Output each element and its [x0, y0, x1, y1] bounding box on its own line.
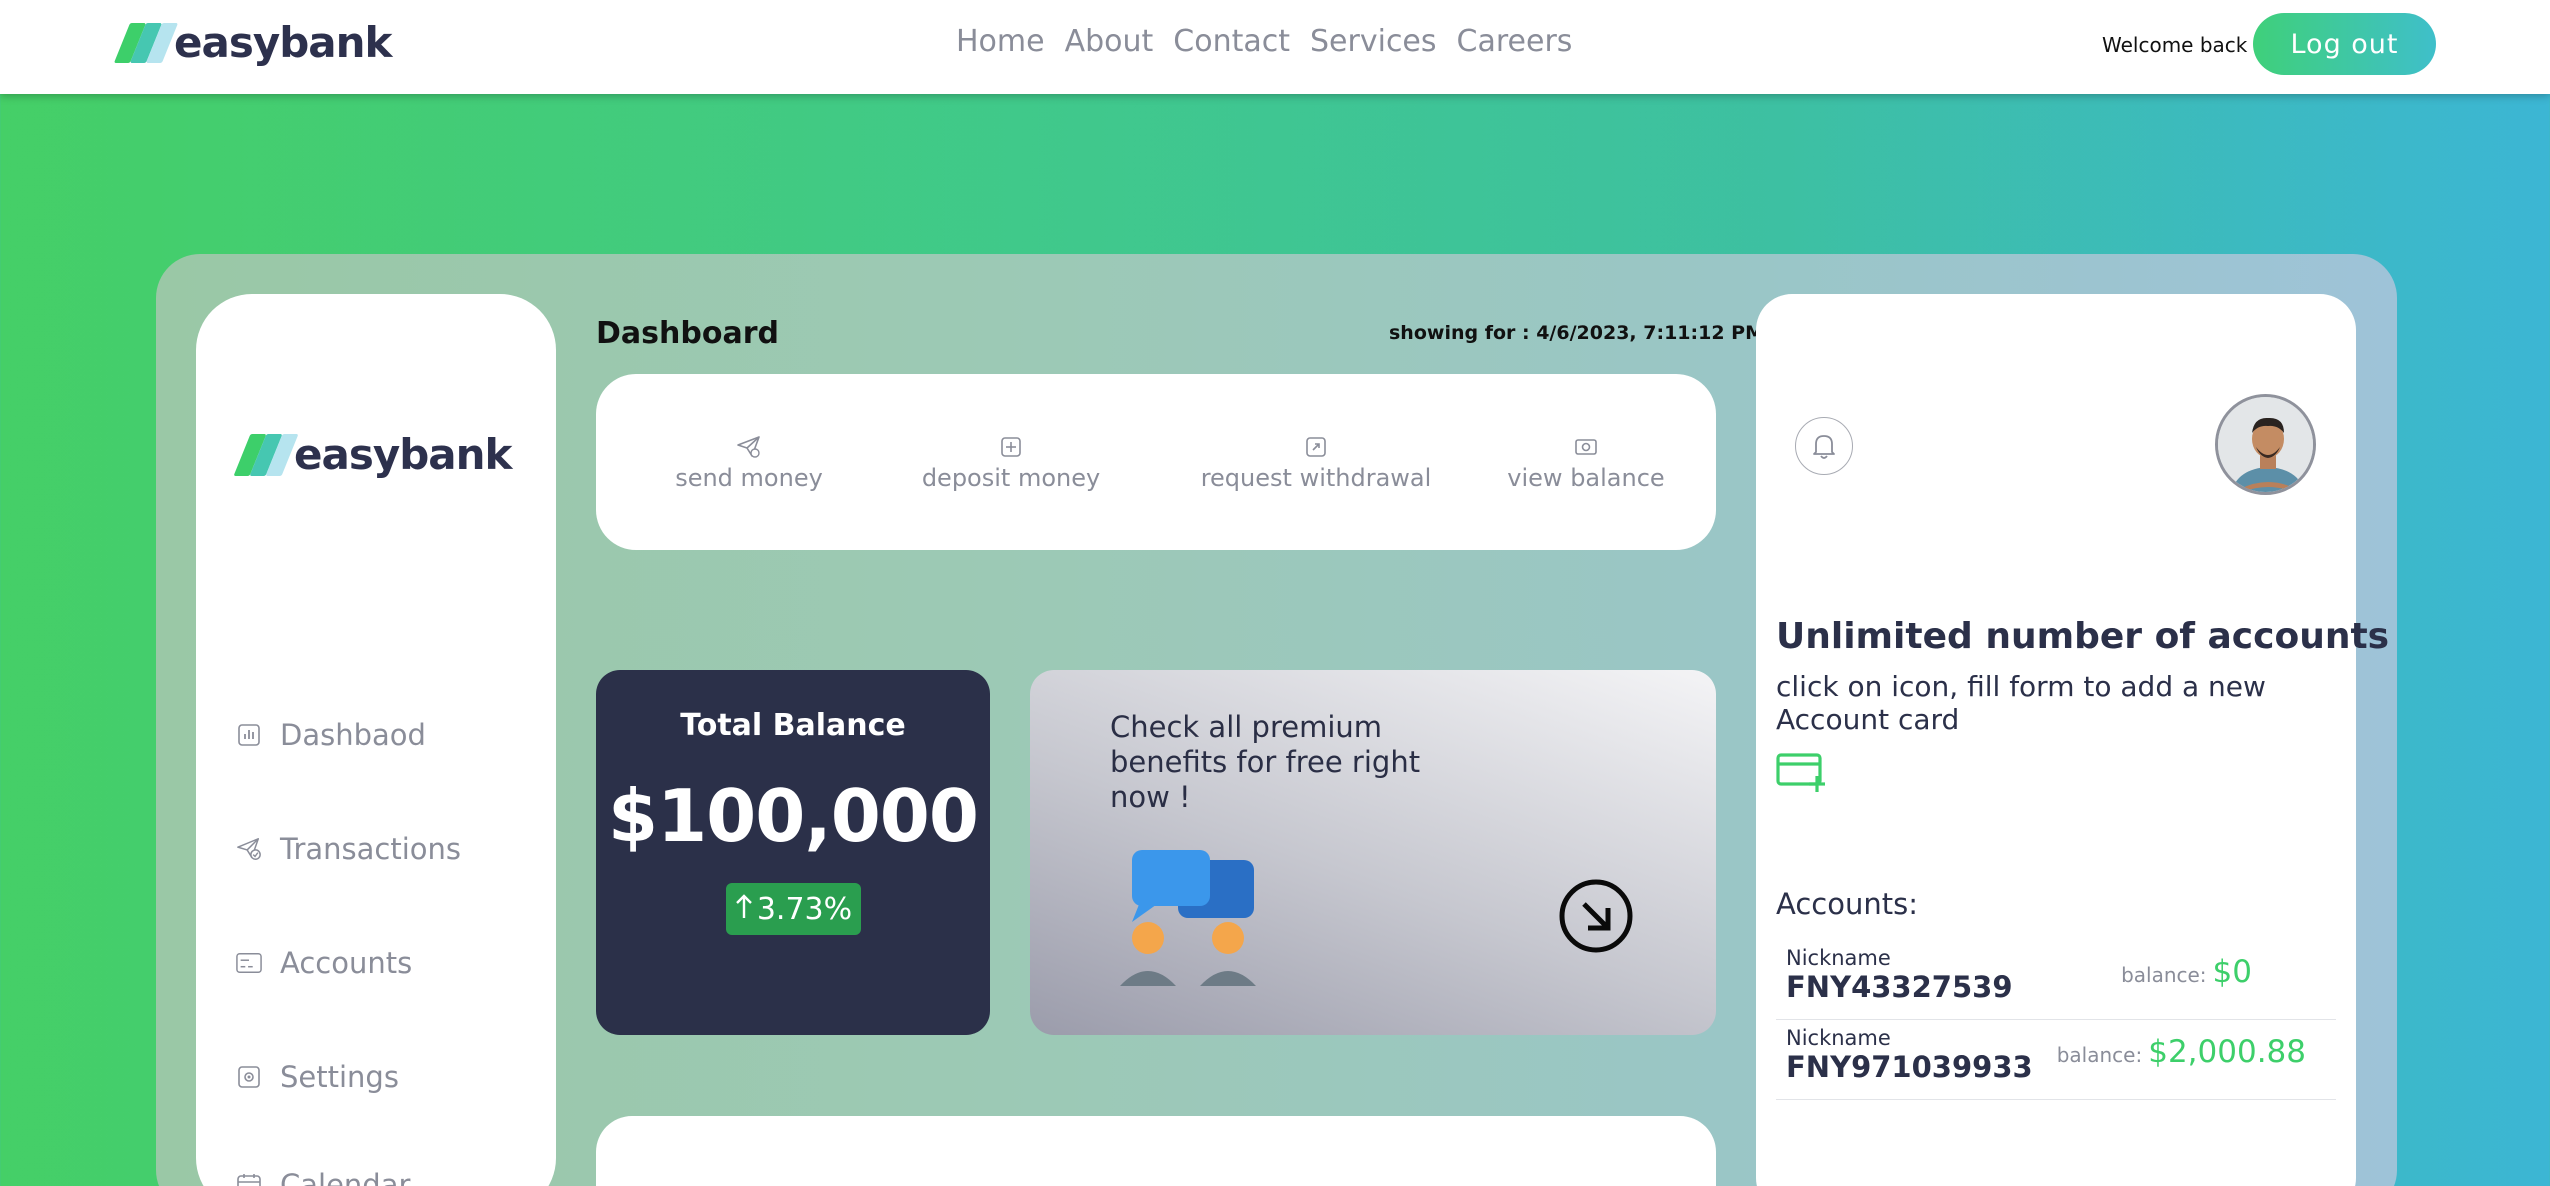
nav-home[interactable]: Home [956, 24, 1045, 59]
action-label: request withdrawal [1200, 464, 1432, 492]
chat-people-illustration-icon [1120, 846, 1270, 1000]
account-number: FNY43327539 [1786, 970, 2013, 1004]
view-balance-button[interactable]: view balance [1486, 434, 1686, 492]
balance-title: Total Balance [680, 708, 906, 743]
nav-services[interactable]: Services [1310, 24, 1437, 59]
gear-icon [236, 1064, 262, 1090]
sidebar-item-transactions[interactable]: Transactions [236, 832, 461, 866]
sidebar-item-label: Dashbaod [280, 718, 426, 752]
sidebar-logo[interactable]: easybank [233, 430, 512, 479]
send-money-button[interactable]: send money [644, 434, 854, 492]
nickname-label: Nickname [1786, 946, 1891, 970]
nav-about[interactable]: About [1065, 24, 1154, 59]
action-label: send money [675, 464, 823, 492]
account-balance: balance: $0 [2121, 954, 2252, 990]
total-balance-card: Total Balance $100,000 3.73% [596, 670, 990, 1035]
sidebar-item-calendar[interactable]: Calendar [236, 1168, 410, 1186]
cash-icon [1575, 434, 1597, 460]
easybank-logo[interactable]: easybank [113, 18, 392, 67]
action-label: deposit money [921, 464, 1101, 492]
card-plus-icon[interactable] [1776, 752, 1828, 796]
accounts-heading: Accounts: [1776, 887, 1918, 921]
request-withdrawal-button[interactable]: request withdrawal [1166, 434, 1466, 492]
sidebar-item-accounts[interactable]: Accounts [236, 946, 412, 980]
top-navbar: easybank Home About Contact Services Car… [0, 0, 2550, 94]
plus-square-icon [1001, 434, 1021, 460]
balance-value: $0 [2212, 954, 2252, 990]
sidebar-item-label: Accounts [280, 946, 413, 980]
logo-mark-icon [233, 433, 299, 476]
sidebar-item-dashboard[interactable]: Dashbaod [236, 718, 426, 752]
action-label: view balance [1507, 464, 1665, 492]
avatar[interactable] [2215, 394, 2316, 495]
sidebar-item-label: Settings [280, 1060, 399, 1094]
balance-label: balance: [2056, 1043, 2143, 1067]
account-row[interactable]: Nickname FNY971039933 balance: $2,000.88 [1776, 1020, 2336, 1100]
card-icon [236, 950, 262, 976]
nickname-label: Nickname [1786, 1026, 1891, 1050]
deposit-money-button[interactable]: deposit money [901, 434, 1121, 492]
bar-chart-icon [236, 722, 262, 748]
sidebar-item-label: Calendar [280, 1168, 411, 1186]
account-balance: balance: $2,000.88 [2057, 1034, 2306, 1070]
balance-value: $100,000 [607, 774, 979, 858]
premium-benefits-card[interactable]: Check all premium benefits for free righ… [1030, 670, 1716, 1035]
arrow-down-right-circle-icon[interactable] [1558, 878, 1634, 958]
send-check-icon [236, 836, 262, 862]
nav-contact[interactable]: Contact [1173, 24, 1290, 59]
balance-label: balance: [2121, 963, 2207, 987]
main-nav: Home About Contact Services Careers [956, 24, 1572, 59]
sidebar-item-label: Transactions [280, 832, 462, 866]
logo-wordmark: easybank [294, 430, 512, 479]
balance-change-badge: 3.73% [726, 883, 861, 935]
bell-icon[interactable] [1795, 417, 1853, 475]
quick-actions-card: send money deposit money request withdra… [596, 374, 1716, 550]
withdraw-icon [1306, 434, 1326, 460]
send-icon [737, 434, 761, 460]
logo-mark-icon [113, 22, 179, 63]
balance-value: $2,000.88 [2148, 1034, 2306, 1070]
balance-change-value: 3.73% [756, 891, 853, 927]
premium-text: Check all premium benefits for free righ… [1110, 710, 1421, 814]
sidebar-item-settings[interactable]: Settings [236, 1060, 399, 1094]
timestamp: showing for : 4/6/2023, 7:11:12 PM [1389, 322, 1764, 344]
welcome-text: Welcome back : [2102, 33, 2261, 57]
logo-wordmark: easybank [174, 18, 392, 67]
account-number: FNY971039933 [1786, 1050, 2033, 1084]
account-row[interactable]: Nickname FNY43327539 balance: $0 [1776, 940, 2336, 1020]
transactions-card [596, 1116, 1716, 1186]
accounts-hint: click on icon, fill form to add a new Ac… [1776, 670, 2266, 736]
page-title: Dashboard [596, 316, 779, 351]
accounts-headline: Unlimited number of accounts [1776, 616, 2390, 657]
nav-careers[interactable]: Careers [1457, 24, 1573, 59]
arrow-up-icon [735, 892, 753, 927]
calendar-icon [236, 1172, 262, 1186]
logout-button[interactable]: Log out [2253, 13, 2436, 75]
